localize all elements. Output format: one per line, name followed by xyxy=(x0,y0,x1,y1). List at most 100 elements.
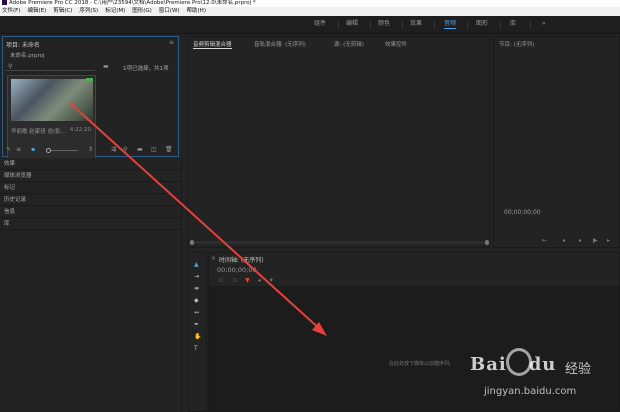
menu-clip[interactable]: 剪辑(C) xyxy=(53,8,72,14)
track-select-tool-icon[interactable]: ⇥ xyxy=(194,273,199,280)
project-search-input[interactable]: ⚲ xyxy=(5,63,95,71)
step-back-frame-icon[interactable]: ◂ xyxy=(578,237,581,244)
list-item[interactable]: 标记 xyxy=(0,182,181,194)
type-tool-icon[interactable]: T xyxy=(194,345,198,352)
step-forward-icon[interactable]: ▸ xyxy=(607,237,610,244)
baidu-watermark: Bai du 经验 jingyan.baidu.com xyxy=(440,346,618,412)
zoom-slider-handle[interactable] xyxy=(46,148,51,153)
pen-tool-icon[interactable]: ✒ xyxy=(194,321,199,328)
linked-selection-icon[interactable]: ⊃ xyxy=(232,277,237,284)
play-icon[interactable]: ▶ xyxy=(593,237,598,244)
timeline-timecode[interactable]: 00;00;00;00 xyxy=(217,266,257,274)
clip-name: 华丽歌 赵家班 逆(影... xyxy=(11,129,66,135)
workspace-separator xyxy=(402,21,403,28)
hand-tool-icon[interactable]: ✋ xyxy=(194,333,201,340)
menu-sequence[interactable]: 序列(S) xyxy=(79,8,98,14)
list-item[interactable]: 库 xyxy=(0,218,181,230)
menu-window[interactable]: 窗口(W) xyxy=(159,8,180,14)
program-panel-title[interactable]: 节目: (无序列) xyxy=(499,40,534,48)
panel-history-label: 历史记录 xyxy=(4,197,27,203)
tools-panel: ▲ ⇥ ⇼ ◆ ↔ ✒ ✋ T xyxy=(188,252,207,412)
automate-icon[interactable]: ⇶ xyxy=(111,146,116,153)
menu-help[interactable]: 帮助(H) xyxy=(187,8,206,14)
program-panel: 节目: (无序列) 00;00;00;00 ⇤ ◂ ◂ ▶ ▸ xyxy=(493,36,620,248)
workspace-tab-audio[interactable]: 音频 xyxy=(444,20,457,29)
tab-audio-clip-mixer[interactable]: 音频剪辑混合器 xyxy=(193,40,232,49)
list-item[interactable]: 效果 xyxy=(0,158,181,170)
panel-markers-label: 标记 xyxy=(4,185,16,191)
zoom-slider[interactable] xyxy=(48,150,78,151)
window-title: Adobe Premiere Pro CC 2018 - C:\用户\23594… xyxy=(9,0,256,6)
new-item-icon[interactable]: ◫ xyxy=(151,146,157,153)
premiere-logo-icon xyxy=(2,0,7,5)
ripple-edit-tool-icon[interactable]: ⇼ xyxy=(194,285,199,292)
panel-libraries-label: 库 xyxy=(4,221,10,227)
scrollbar-handle-left[interactable] xyxy=(190,240,194,245)
jingyan-label: 经验 xyxy=(565,362,592,377)
baidu-paw-icon xyxy=(506,348,532,376)
trash-icon[interactable]: 🗑 xyxy=(165,146,173,153)
slip-tool-icon[interactable]: ↔ xyxy=(194,309,199,316)
project-file-name: 未命名.prproj xyxy=(10,53,45,59)
menu-marker[interactable]: 标记(M) xyxy=(105,8,125,14)
watermark-url: jingyan.baidu.com xyxy=(484,386,577,397)
workspace-separator xyxy=(467,21,468,28)
timeline-tools: ⊂ ⊃ ▼ ◂ ✦ xyxy=(219,277,282,284)
project-panel: 项目: 未命名 ≡ 未命名.prproj ⚲ ▬ 1项已选择，共1项 华丽歌 赵… xyxy=(2,36,179,173)
menu-bar: 文件(F) 编辑(E) 剪辑(C) 序列(S) 标记(M) 图形(G) 窗口(W) 帮助(H) xyxy=(0,7,620,16)
workspace-tab-libraries[interactable]: 库 xyxy=(510,20,516,28)
mark-in-icon[interactable]: ⇤ xyxy=(542,237,547,244)
list-item[interactable]: 历史记录 xyxy=(0,194,181,206)
workspace-tab-editing[interactable]: 编辑 xyxy=(346,20,358,28)
find-icon[interactable]: ⚲ xyxy=(123,146,127,153)
write-protect-icon[interactable]: ✎ xyxy=(6,146,11,153)
panel-menu-icon[interactable]: ≡ xyxy=(169,39,174,46)
panel-list: 效果 媒体浏览器 标记 历史记录 信息 库 xyxy=(0,158,182,412)
selection-count: 1项已选择，共1项 xyxy=(123,66,169,72)
wrench-icon[interactable]: ✦ xyxy=(269,277,274,284)
workspace-tab-color[interactable]: 颜色 xyxy=(378,20,390,28)
clip-preview-image xyxy=(11,79,93,121)
workspace-tab-assembly[interactable]: 组件 xyxy=(314,20,326,28)
workspace-separator xyxy=(500,21,501,28)
clip-badge-icon xyxy=(86,78,93,81)
workspace-separator xyxy=(530,21,531,28)
close-icon[interactable]: × xyxy=(211,255,216,262)
source-scrollbar[interactable] xyxy=(190,240,489,245)
panel-effects-label: 效果 xyxy=(4,161,16,167)
list-view-icon[interactable]: ≡ xyxy=(16,146,21,153)
selection-tool-icon[interactable]: ▲ xyxy=(194,261,199,268)
icon-view-icon[interactable]: ▪ xyxy=(31,146,35,153)
source-panel: 音频剪辑混合器 音轨混合器: (无序列) 源: (无剪辑) 效果控件 xyxy=(187,36,490,248)
snap-icon[interactable]: ⊂ xyxy=(219,277,224,284)
razor-tool-icon[interactable]: ◆ xyxy=(194,297,199,304)
list-item[interactable]: 媒体浏览器 xyxy=(0,170,181,182)
workspace-tab-graphics[interactable]: 图形 xyxy=(476,20,488,28)
add-marker-icon[interactable]: ▼ xyxy=(245,277,250,284)
tab-track-mixer[interactable]: 音轨混合器: (无序列) xyxy=(254,40,306,48)
sort-icon[interactable]: ⇕ xyxy=(88,146,93,153)
panel-info-label: 信息 xyxy=(4,209,16,215)
workspace-separator xyxy=(338,21,339,28)
timeline-display-icon[interactable]: ◂ xyxy=(258,277,261,284)
new-bin-icon[interactable]: ▬ xyxy=(103,63,109,70)
workspace-bar: 组件 编辑 颜色 效果 音频 图形 库 » xyxy=(0,16,620,34)
menu-edit[interactable]: 编辑(E) xyxy=(27,8,46,14)
workspace-tab-effects[interactable]: 效果 xyxy=(410,20,422,28)
menu-graphics[interactable]: 图形(G) xyxy=(132,8,152,14)
step-back-icon[interactable]: ◂ xyxy=(562,237,565,244)
tab-effect-controls[interactable]: 效果控件 xyxy=(385,40,407,48)
list-item[interactable]: 信息 xyxy=(0,206,181,218)
menu-file[interactable]: 文件(F) xyxy=(2,8,20,14)
scrollbar-handle-right[interactable] xyxy=(485,240,489,245)
timeline-title[interactable]: 时间轴: (无序列) xyxy=(219,255,264,264)
new-bin-button-icon[interactable]: ▬ xyxy=(137,146,143,153)
workspace-more-icon[interactable]: » xyxy=(542,20,546,28)
panel-media-browser-label: 媒体浏览器 xyxy=(4,173,32,179)
window-title-bar: Adobe Premiere Pro CC 2018 - C:\用户\23594… xyxy=(0,0,620,7)
search-icon: ⚲ xyxy=(8,63,13,70)
project-panel-title[interactable]: 项目: 未命名 xyxy=(6,40,40,49)
tab-source[interactable]: 源: (无剪辑) xyxy=(334,40,364,48)
project-toolbar: ✎ ≡ ▪ ⇕ ⇶ ⚲ ▬ ◫ 🗑 xyxy=(3,144,178,156)
program-timecode[interactable]: 00;00;00;00 xyxy=(504,209,541,216)
